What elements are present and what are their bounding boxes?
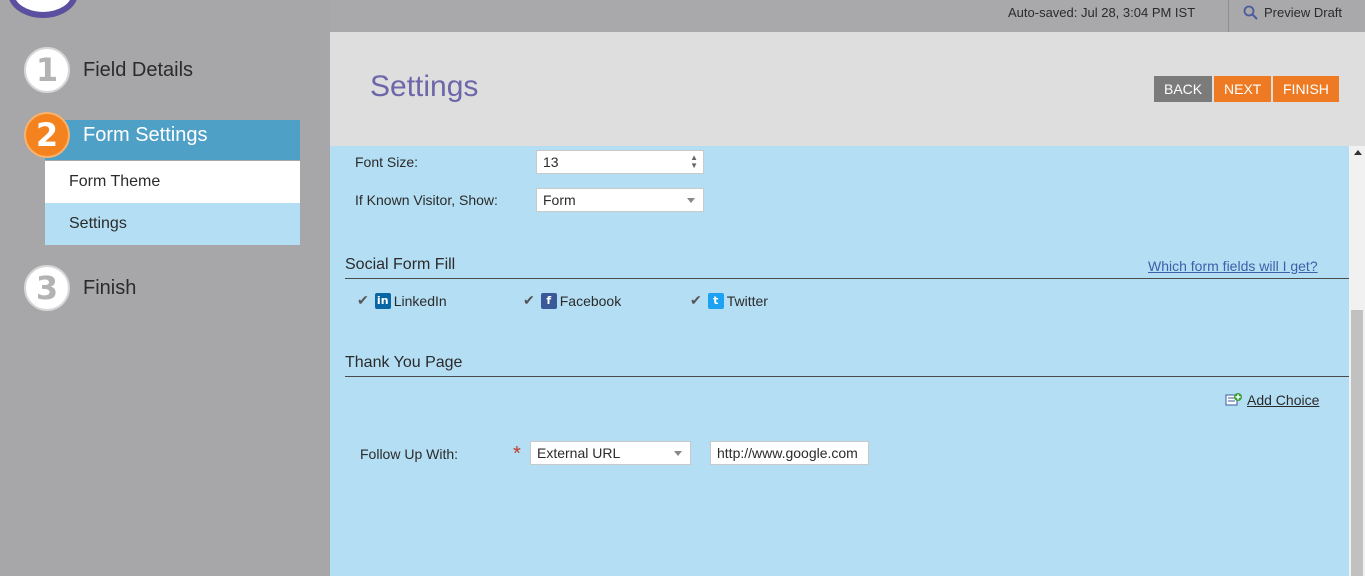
step-label-form-settings: Form Settings xyxy=(83,123,208,146)
checkmark-icon: ✔ xyxy=(357,292,369,308)
step-label-finish: Finish xyxy=(83,276,137,299)
section-divider xyxy=(345,278,1349,279)
preview-draft-link[interactable]: Preview Draft xyxy=(1243,0,1342,26)
add-choice-link[interactable]: Add Choice xyxy=(1225,392,1319,408)
font-size-label: Font Size: xyxy=(355,154,419,170)
which-fields-link[interactable]: Which form fields will I get? xyxy=(1148,258,1318,274)
facebook-checkbox[interactable]: ✔ f Facebook xyxy=(523,292,621,309)
add-choice-icon xyxy=(1225,393,1242,406)
chevron-down-icon xyxy=(674,451,682,456)
known-visitor-label: If Known Visitor, Show: xyxy=(355,192,498,208)
scroll-up-arrow-icon[interactable] xyxy=(1354,150,1362,155)
url-value: http://www.google.com xyxy=(717,445,858,461)
social-form-fill-title: Social Form Fill xyxy=(345,256,456,273)
section-divider xyxy=(345,376,1349,377)
font-size-value: 13 xyxy=(543,154,559,170)
app-logo xyxy=(8,0,78,18)
step-label-field-details: Field Details xyxy=(83,58,194,81)
step-number-3: 3 xyxy=(24,265,70,311)
step-number-2: 2 xyxy=(24,112,70,158)
stepper-arrows-icon[interactable]: ▲ ▼ xyxy=(690,154,698,170)
sidebar-item-form-theme[interactable]: Form Theme xyxy=(45,161,300,203)
linkedin-label: LinkedIn xyxy=(393,292,447,309)
known-visitor-select[interactable]: Form xyxy=(536,188,704,212)
thank-you-page-title: Thank You Page xyxy=(345,354,463,371)
step-form-settings[interactable]: 2 Form Settings xyxy=(24,112,207,158)
step-number-1: 1 xyxy=(24,47,70,93)
checkmark-icon: ✔ xyxy=(523,292,535,308)
required-marker: * xyxy=(513,443,521,465)
add-choice-label: Add Choice xyxy=(1247,392,1320,408)
magnifier-icon xyxy=(1243,5,1258,20)
font-size-stepper[interactable]: 13 ▲ ▼ xyxy=(536,150,704,174)
facebook-icon: f xyxy=(540,292,557,309)
facebook-label: Facebook xyxy=(559,292,622,309)
preview-draft-label: Preview Draft xyxy=(1264,5,1343,20)
sidebar: 1 Field Details 2 Form Settings Form The… xyxy=(0,0,330,576)
page-header: Settings BACK NEXT FINISH xyxy=(330,32,1365,146)
finish-button[interactable]: FINISH xyxy=(1273,76,1339,102)
step-field-details[interactable]: 1 Field Details xyxy=(24,47,193,93)
chevron-down-icon xyxy=(687,198,695,203)
back-button[interactable]: BACK xyxy=(1154,76,1213,102)
linkedin-checkbox[interactable]: ✔ in LinkedIn xyxy=(357,292,447,309)
sidebar-item-settings[interactable]: Settings xyxy=(45,203,300,245)
step-finish[interactable]: 3 Finish xyxy=(24,265,136,311)
autosave-status: Auto-saved: Jul 28, 3:04 PM IST xyxy=(1008,5,1196,20)
url-input[interactable]: http://www.google.com xyxy=(710,441,869,465)
known-visitor-value: Form xyxy=(543,192,576,208)
top-bar: Auto-saved: Jul 28, 3:04 PM IST Preview … xyxy=(330,0,1365,32)
linkedin-icon: in xyxy=(374,292,391,309)
settings-panel: Font Size: 13 ▲ ▼ If Known Visitor, Show:… xyxy=(330,146,1349,576)
scrollbar-thumb[interactable] xyxy=(1351,310,1363,576)
topbar-divider xyxy=(1228,0,1229,32)
twitter-checkbox[interactable]: ✔ t Twitter xyxy=(690,292,768,309)
page-title: Settings xyxy=(370,70,479,103)
follow-up-select[interactable]: External URL xyxy=(530,441,691,465)
follow-up-label: Follow Up With: xyxy=(360,446,459,462)
twitter-label: Twitter xyxy=(726,292,768,309)
follow-up-value: External URL xyxy=(537,445,621,461)
twitter-icon: t xyxy=(707,292,724,309)
next-button[interactable]: NEXT xyxy=(1214,76,1272,102)
checkmark-icon: ✔ xyxy=(690,292,702,308)
